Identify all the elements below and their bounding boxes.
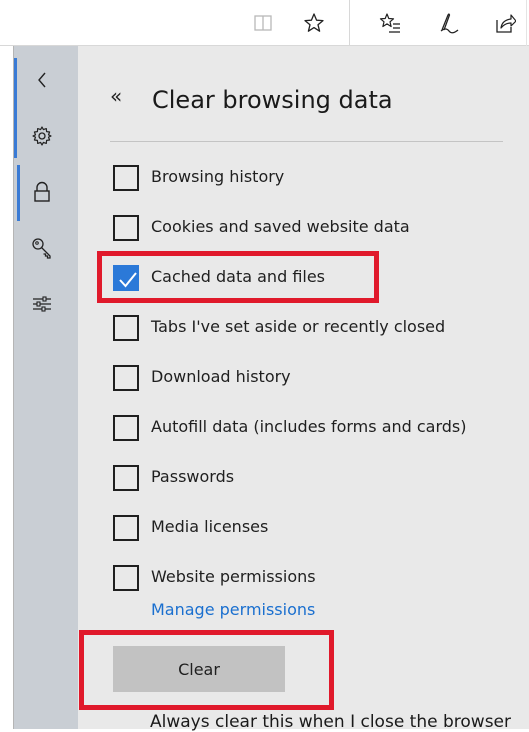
active-item-indicator (17, 165, 20, 221)
passwords-key-icon[interactable] (30, 236, 54, 260)
browser-toolbar (0, 0, 529, 46)
web-note-icon[interactable] (437, 12, 459, 34)
back-chevron-icon[interactable]: « (110, 84, 122, 108)
advanced-sliders-icon[interactable] (30, 292, 54, 316)
collapse-icon[interactable] (30, 68, 54, 92)
favorites-hub-icon[interactable] (379, 12, 401, 34)
checkbox[interactable] (113, 365, 139, 391)
option-passwords[interactable]: Passwords (113, 465, 513, 495)
option-tabs-aside[interactable]: Tabs I've set aside or recently closed (113, 315, 513, 345)
checkbox[interactable] (113, 515, 139, 541)
highlight-box-clear (79, 630, 334, 710)
option-label: Cookies and saved website data (151, 217, 410, 236)
checkbox[interactable] (113, 415, 139, 441)
header-divider (110, 141, 503, 142)
option-label: Media licenses (151, 517, 269, 536)
option-autofill[interactable]: Autofill data (includes forms and cards) (113, 415, 513, 445)
toolbar-edge (526, 0, 527, 46)
always-clear-label: Always clear this when I close the brows… (150, 712, 512, 732)
option-browsing-history[interactable]: Browsing history (113, 165, 513, 195)
checkbox[interactable] (113, 165, 139, 191)
checkbox[interactable] (113, 315, 139, 341)
share-icon[interactable] (494, 12, 517, 34)
highlight-box-cached (97, 251, 379, 303)
option-download-history[interactable]: Download history (113, 365, 513, 395)
option-website-permissions[interactable]: Website permissions (113, 565, 513, 595)
option-label: Passwords (151, 467, 235, 486)
privacy-lock-icon[interactable] (30, 180, 54, 204)
panel-header: « Clear browsing data (110, 82, 510, 122)
option-label: Download history (151, 367, 291, 386)
option-media-licenses[interactable]: Media licenses (113, 515, 513, 545)
settings-icon[interactable] (30, 124, 54, 148)
option-label: Website permissions (151, 567, 316, 586)
settings-rail (14, 46, 78, 729)
option-cookies[interactable]: Cookies and saved website data (113, 215, 513, 245)
page-title: Clear browsing data (152, 86, 393, 114)
manage-permissions-link[interactable]: Manage permissions (151, 600, 315, 619)
checkbox[interactable] (113, 215, 139, 241)
favorite-star-icon[interactable] (303, 12, 325, 34)
option-label: Browsing history (151, 167, 285, 186)
option-label: Autofill data (includes forms and cards) (151, 417, 467, 436)
rail-accent-bar (14, 58, 17, 158)
checkbox[interactable] (113, 465, 139, 491)
option-label: Tabs I've set aside or recently closed (151, 317, 446, 336)
checkbox[interactable] (113, 565, 139, 591)
toolbar-separator (349, 0, 350, 46)
window-edge (0, 46, 14, 729)
reading-view-icon[interactable] (252, 12, 274, 34)
